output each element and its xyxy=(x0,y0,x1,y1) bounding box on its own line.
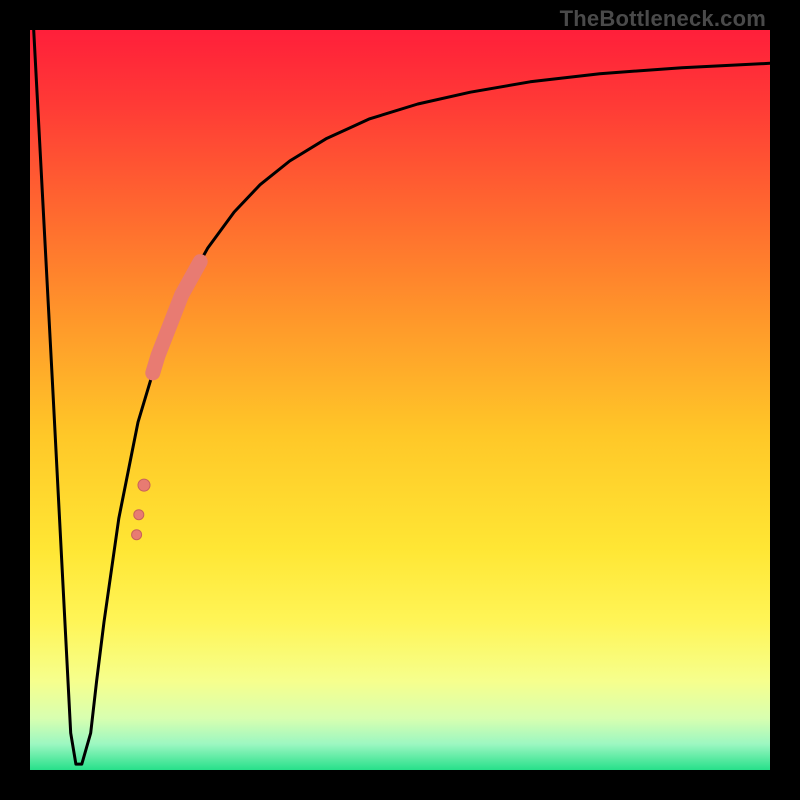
chart-frame: TheBottleneck.com xyxy=(0,0,800,800)
highlight-band xyxy=(153,262,200,373)
marker-dots xyxy=(132,479,150,540)
marker-dot xyxy=(134,510,144,520)
plot-area xyxy=(30,30,770,770)
marker-dot xyxy=(138,479,150,491)
curve-layer xyxy=(30,30,770,770)
marker-dot xyxy=(132,530,142,540)
bottleneck-curve xyxy=(34,30,770,764)
watermark-text: TheBottleneck.com xyxy=(560,6,766,32)
